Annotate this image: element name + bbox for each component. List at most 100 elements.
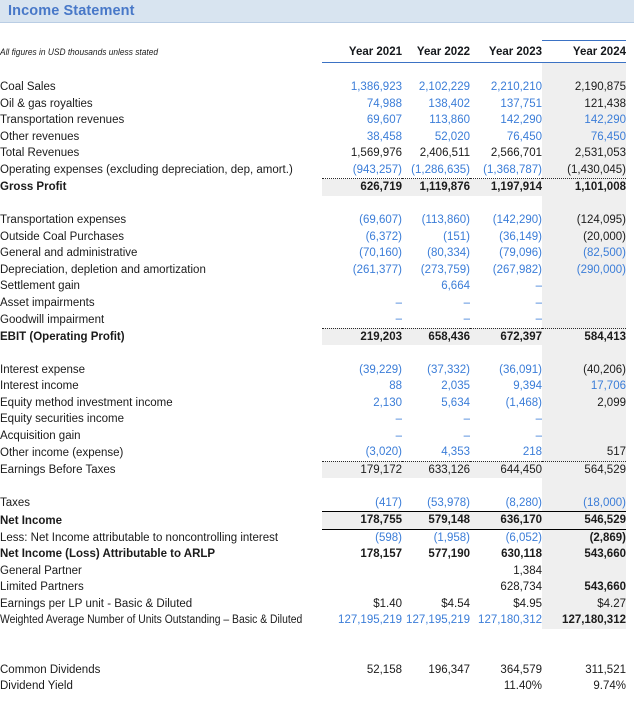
row-value: 74,988 <box>366 97 402 110</box>
row-value: (267,982) <box>492 263 542 276</box>
row-value: 517 <box>542 444 626 461</box>
row-value: – <box>535 313 542 325</box>
row-value: 127,180,312 <box>478 614 542 626</box>
row-label: EBIT (Operating Profit) <box>0 330 125 343</box>
table-row: Asset impairments – – – <box>0 294 634 311</box>
row-value: (290,000) <box>542 261 626 278</box>
row-value <box>402 579 470 596</box>
row-value: – <box>395 413 402 425</box>
row-value: 196,347 <box>428 663 470 676</box>
row-value: (1,368,787) <box>483 163 542 176</box>
table-row: Other revenues 38,458 52,020 76,450 76,4… <box>0 128 634 145</box>
table-row: Transportation expenses (69,607) (113,86… <box>0 212 634 229</box>
column-header-year-2021: Year 2021 <box>322 40 402 63</box>
row-label: Gross Profit <box>0 181 67 193</box>
row-value: – <box>395 313 402 325</box>
row-value: 644,450 <box>470 460 542 478</box>
row-label: Asset impairments <box>0 296 95 309</box>
table-row-subtotal: Gross Profit 626,719 1,119,876 1,197,914… <box>0 178 634 196</box>
row-label: Limited Partners <box>0 581 84 593</box>
row-value: 138,402 <box>428 97 470 110</box>
row-value: (598) <box>375 531 402 544</box>
row-value: 1,101,008 <box>542 178 626 196</box>
row-value <box>402 563 470 580</box>
row-value: 1,197,914 <box>470 178 542 196</box>
row-value: 142,290 <box>542 112 626 129</box>
table-row: Transportation revenues 69,607 113,860 1… <box>0 112 634 129</box>
row-label: Net Income <box>0 514 62 527</box>
row-value <box>322 563 402 580</box>
row-label: Acquisition gain <box>0 429 81 442</box>
row-value: 52,020 <box>434 130 470 143</box>
row-label: Goodwill impairment <box>0 313 105 326</box>
row-label: Earnings per LP unit - Basic & Diluted <box>0 597 193 610</box>
row-value: (40,206) <box>542 361 626 378</box>
table-row: General Partner 1,384 <box>0 562 634 580</box>
right-pad <box>626 40 634 62</box>
table-row: Operating expenses (excluding depreciati… <box>0 161 634 179</box>
table-row: Earnings per LP unit - Basic & Diluted $… <box>0 595 634 612</box>
row-value: 127,180,312 <box>542 612 626 629</box>
row-value: $1.40 <box>373 597 402 610</box>
row-value: (82,500) <box>542 245 626 262</box>
row-label: Transportation revenues <box>0 114 125 126</box>
table-row-subtotal: Earnings Before Taxes 179,172 633,126 64… <box>0 460 634 478</box>
row-value: $4.27 <box>542 595 626 612</box>
row-value: – <box>395 296 402 309</box>
row-value: – <box>535 413 542 425</box>
table-row: Less: Net Income attributable to noncont… <box>0 529 634 546</box>
row-value: (80,334) <box>427 247 470 259</box>
row-value: 2,102,229 <box>418 81 470 93</box>
row-value: 579,148 <box>402 511 470 530</box>
row-value: (1,468) <box>505 396 542 409</box>
row-value: – <box>463 413 470 425</box>
table-row: Common Dividends 52,158 196,347 364,579 … <box>0 662 634 679</box>
row-value: 2,406,511 <box>419 147 470 159</box>
column-header-year-2024: Year 2024 <box>542 39 626 63</box>
row-value: 179,172 <box>322 460 402 478</box>
row-label: Common Dividends <box>0 663 101 676</box>
row-value: 76,450 <box>506 130 542 143</box>
column-header-row: All figures in USD thousands unless stat… <box>0 39 634 63</box>
row-value: 1,386,923 <box>350 81 402 93</box>
row-value: 672,397 <box>470 327 542 345</box>
row-value: 17,706 <box>542 378 626 395</box>
table-row: Settlement gain 6,664 – <box>0 278 634 295</box>
row-value: – <box>395 429 402 442</box>
figures-note-text: All figures in USD thousands unless stat… <box>0 46 159 58</box>
row-value: (273,759) <box>420 263 470 276</box>
row-value: (113,860) <box>421 214 470 226</box>
row-value: (2,869) <box>542 529 626 546</box>
bottom-gap <box>0 629 634 646</box>
row-label: Outside Coal Purchases <box>0 230 125 243</box>
row-label: Depreciation, depletion and amortization <box>0 263 206 276</box>
row-value: 2,130 <box>373 396 402 409</box>
row-value: 137,751 <box>500 97 542 110</box>
statement-title-band: Income Statement <box>0 0 634 22</box>
row-value: – <box>463 429 470 442</box>
table-row: Depreciation, depletion and amortization… <box>0 261 634 278</box>
row-value: 2,190,875 <box>542 79 626 96</box>
table-row: Weighted Average Number of Units Outstan… <box>0 612 634 629</box>
row-value: 218 <box>522 446 542 458</box>
table-row: Acquisition gain – – – <box>0 427 634 444</box>
row-value: 2,566,701 <box>490 147 542 159</box>
row-label: Equity securities income <box>0 413 124 425</box>
section-gap <box>0 478 634 495</box>
row-label: Settlement gain <box>0 280 80 292</box>
row-value: 142,290 <box>500 114 542 126</box>
table-row: Goodwill impairment – – – <box>0 311 634 328</box>
table-row: Net Income (Loss) Attributable to ARLP 1… <box>0 546 634 563</box>
row-value: 630,118 <box>501 548 542 560</box>
row-value: 178,157 <box>360 548 402 560</box>
row-value: 543,660 <box>542 546 626 563</box>
row-value: $4.54 <box>441 597 470 610</box>
row-label: Equity method investment income <box>0 396 173 409</box>
row-label: Dividend Yield <box>0 680 73 692</box>
row-label: Transportation expenses <box>0 214 127 226</box>
table-row: Coal Sales 1,386,923 2,102,229 2,210,210… <box>0 79 634 96</box>
row-value: 628,734 <box>500 581 542 593</box>
row-value: (151) <box>443 230 470 243</box>
row-value: 2,035 <box>441 380 470 392</box>
row-value: 543,660 <box>542 579 626 596</box>
